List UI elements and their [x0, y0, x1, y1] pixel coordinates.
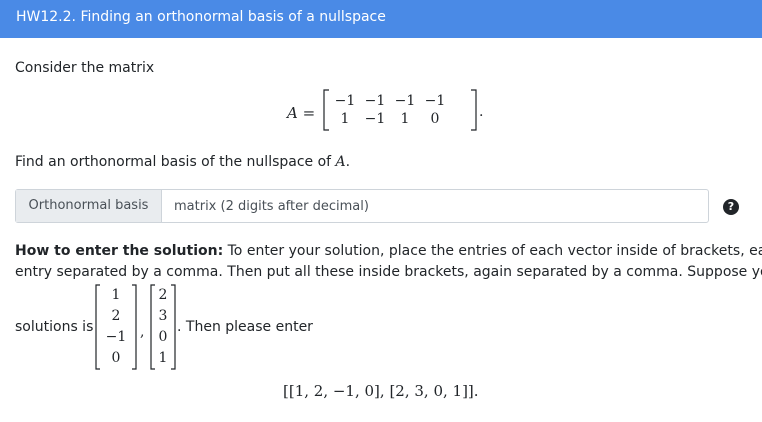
- vector-entry: 0: [158, 329, 168, 345]
- example-vector-2: 2 3 0 1: [156, 285, 170, 369]
- prompt-variable: A: [335, 154, 346, 170]
- matrix-cell: −1: [424, 93, 446, 109]
- prompt-text: Find an orthonormal basis of the nullspa…: [15, 154, 351, 170]
- matrix-cell: −1: [394, 93, 416, 109]
- matrix-right-bracket: [471, 89, 477, 131]
- matrix-entries: −1 −1 −1 −1 1 −1 1 0: [330, 92, 450, 128]
- question-circle-icon[interactable]: ?: [723, 199, 739, 215]
- matrix-cell: 0: [430, 111, 440, 127]
- instructions-line-1: How to enter the solution: To enter your…: [15, 243, 762, 259]
- instructions-line-2: entry separated by a comma. Then put all…: [15, 264, 762, 280]
- vector-entry: 0: [111, 350, 121, 366]
- question-header: HW12.2. Finding an orthonormal basis of …: [0, 0, 762, 38]
- intro-text: Consider the matrix: [15, 60, 155, 76]
- orthonormal-basis-input[interactable]: [162, 190, 708, 222]
- answer-input-group: Orthonormal basis: [15, 189, 709, 223]
- matrix-cell: 1: [400, 111, 410, 127]
- then-enter-text: . Then please enter: [177, 319, 313, 335]
- vector-entry: 3: [158, 308, 168, 324]
- vector-separator: ,: [140, 324, 145, 340]
- question-title: HW12.2. Finding an orthonormal basis of …: [16, 9, 386, 25]
- matrix-label: A =: [287, 104, 316, 122]
- matrix-cell: −1: [364, 93, 386, 109]
- matrix-left-bracket: [323, 89, 329, 131]
- vector-entry: 1: [158, 350, 168, 366]
- example-vector-1: 1 2 −1 0: [101, 285, 131, 369]
- vector1-right-bracket: [132, 284, 137, 370]
- example-answer: [[1, 2, −1, 0], [2, 3, 0, 1]].: [283, 382, 479, 400]
- vector2-right-bracket: [171, 284, 176, 370]
- answer-label: Orthonormal basis: [16, 190, 162, 222]
- vector-entry: −1: [105, 329, 127, 345]
- vector-entry: 2: [111, 308, 121, 324]
- vector-entry: 1: [111, 287, 121, 303]
- vector-entry: 2: [158, 287, 168, 303]
- instructions-heading: How to enter the solution:: [15, 243, 224, 259]
- matrix-cell: −1: [334, 93, 356, 109]
- matrix-cell: 1: [340, 111, 350, 127]
- solutions-is-text: solutions is: [15, 319, 94, 335]
- matrix-period: .: [479, 104, 484, 120]
- matrix-cell: −1: [364, 111, 386, 127]
